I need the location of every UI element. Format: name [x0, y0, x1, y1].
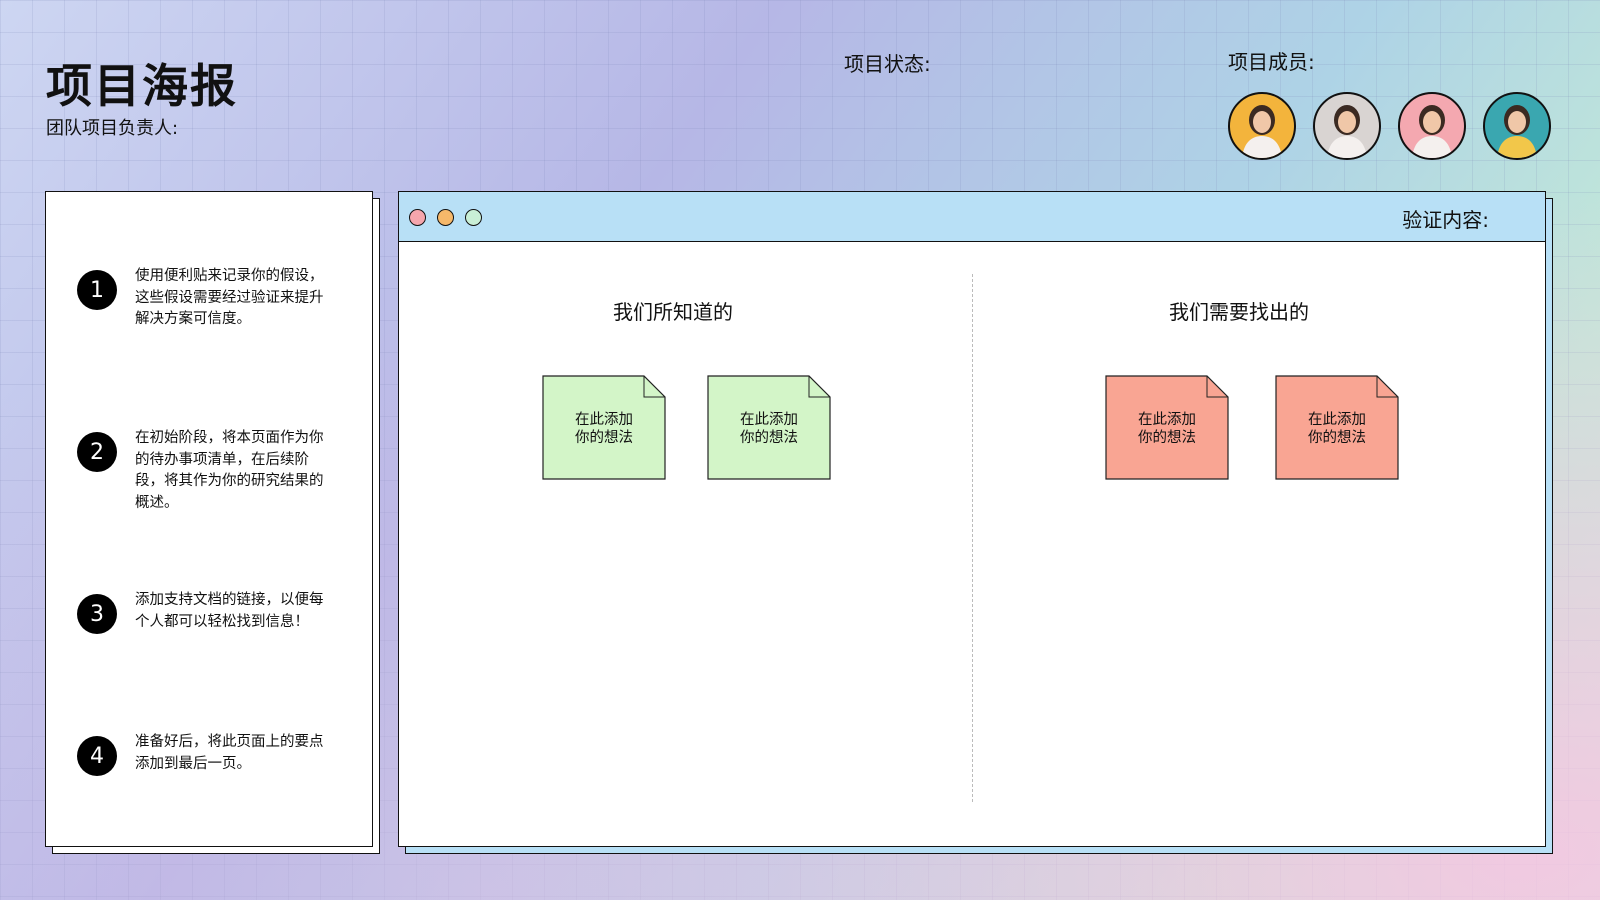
known-column-title: 我们所知道的 — [613, 300, 733, 324]
window-close-dot-icon[interactable] — [409, 209, 426, 226]
sticky-note-salmon[interactable]: 在此添加 你的想法 — [1275, 375, 1399, 480]
note-line: 你的想法 — [740, 430, 798, 446]
board-window: 验证内容: 我们所知道的 我们需要找出的 在此添加你的想法 在此添加你的想法 在… — [398, 191, 1546, 847]
sticky-note-salmon[interactable]: 在此添加 你的想法 — [1105, 375, 1229, 480]
step-text: 在初始阶段，将本页面作为你的待办事项清单，在后续阶段，将其作为你的研究结果的概述… — [135, 430, 324, 511]
person-photo-icon — [1327, 105, 1367, 158]
window-title-bar: 验证内容: — [399, 192, 1545, 242]
unknown-column-title: 我们需要找出的 — [1169, 300, 1309, 324]
step-item: 3 添加支持文档的链接，以便每个人都可以轻松找到信息！ — [77, 590, 331, 634]
step-number: 1 — [77, 270, 117, 310]
avatar[interactable] — [1228, 92, 1296, 160]
project-members-label: 项目成员: — [1228, 50, 1315, 74]
note-line: 在此添加 — [1308, 412, 1366, 428]
window-maximize-dot-icon[interactable] — [465, 209, 482, 226]
step-item: 4 准备好后，将此页面上的要点添加到最后一页。 — [77, 732, 331, 776]
avatar[interactable] — [1313, 92, 1381, 160]
note-line: 你的想法 — [1308, 430, 1366, 446]
note-line: 你的想法 — [1138, 430, 1196, 446]
avatar[interactable] — [1398, 92, 1466, 160]
sticky-note-green[interactable]: 在此添加 你的想法 — [707, 375, 831, 480]
person-photo-icon — [1497, 105, 1537, 158]
step-number: 4 — [77, 736, 117, 776]
step-text: 准备好后，将此页面上的要点添加到最后一页。 — [135, 734, 324, 772]
window-minimize-dot-icon[interactable] — [437, 209, 454, 226]
note-line: 在此添加 — [575, 412, 633, 428]
project-status-label: 项目状态: — [844, 52, 931, 76]
column-divider — [972, 274, 973, 802]
team-lead-label: 团队项目负责人: — [46, 118, 179, 139]
member-avatars — [1228, 92, 1551, 160]
verify-content-label: 验证内容: — [1402, 208, 1489, 232]
step-item: 1 使用便利贴来记录你的假设，这些假设需要经过验证来提升解决方案可信度。 — [77, 266, 331, 331]
note-line: 在此添加 — [1138, 412, 1196, 428]
step-item: 2 在初始阶段，将本页面作为你的待办事项清单，在后续阶段，将其作为你的研究结果的… — [77, 428, 331, 514]
note-line: 在此添加 — [740, 412, 798, 428]
step-number: 2 — [77, 432, 117, 472]
step-text: 添加支持文档的链接，以便每个人都可以轻松找到信息！ — [135, 592, 324, 630]
instructions-card: 1 使用便利贴来记录你的假设，这些假设需要经过验证来提升解决方案可信度。 2 在… — [45, 191, 373, 847]
person-photo-icon — [1242, 105, 1282, 158]
step-text: 使用便利贴来记录你的假设，这些假设需要经过验证来提升解决方案可信度。 — [135, 268, 324, 327]
step-number: 3 — [77, 594, 117, 634]
person-photo-icon — [1412, 105, 1452, 158]
sticky-note-green[interactable]: 在此添加 你的想法 — [542, 375, 666, 480]
page-title: 项目海报 — [46, 59, 238, 113]
avatar[interactable] — [1483, 92, 1551, 160]
note-line: 你的想法 — [575, 430, 633, 446]
